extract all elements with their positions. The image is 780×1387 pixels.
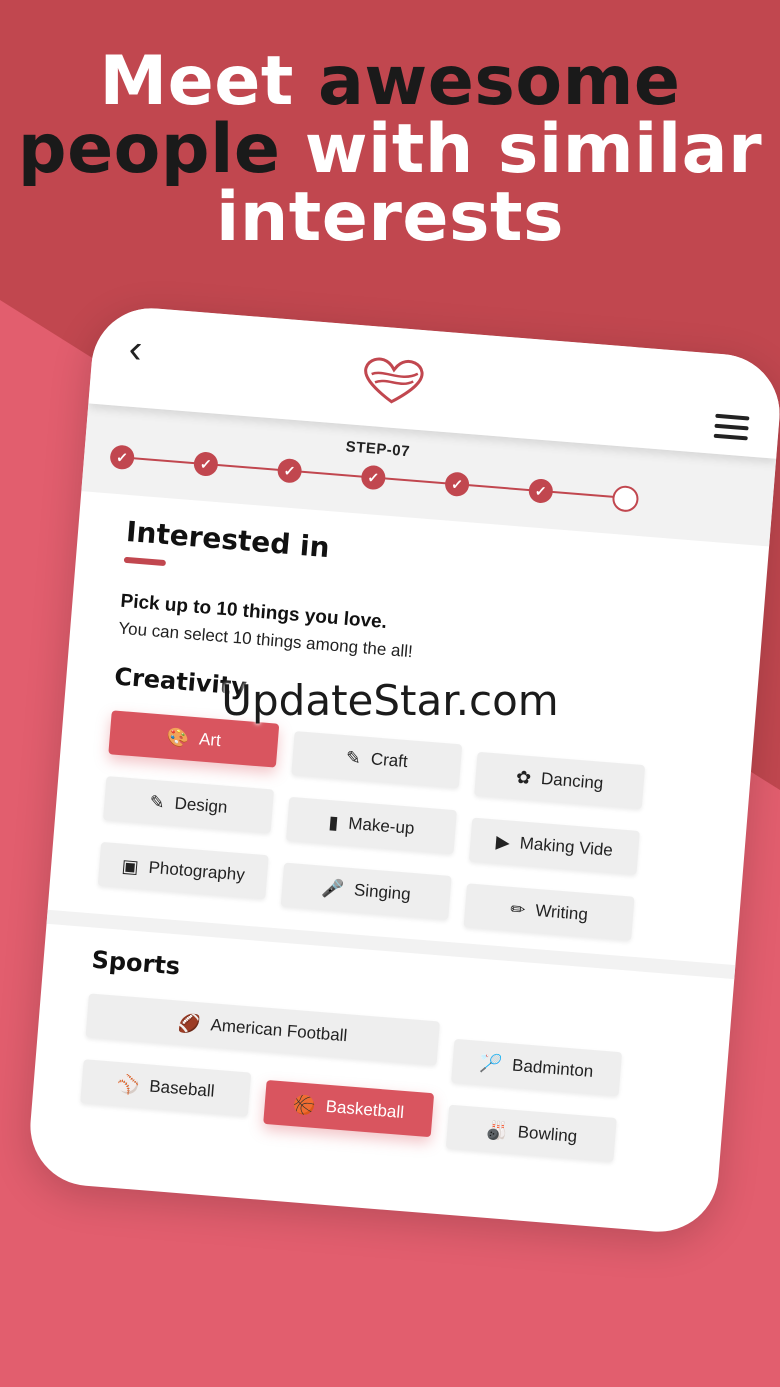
page-title: Interested in xyxy=(124,514,331,565)
palette-icon: 🎨 xyxy=(166,726,191,749)
step-3-done-icon: ✓ xyxy=(276,457,303,484)
chip-craft[interactable]: ✎ Craft xyxy=(291,731,463,789)
baseball-icon: ⚾ xyxy=(116,1073,141,1096)
chip-writing[interactable]: ✏ Writing xyxy=(463,883,635,941)
writing-icon: ✏ xyxy=(509,898,527,920)
chip-badminton[interactable]: 🏸 Badminton xyxy=(451,1038,623,1097)
promo-headline: Meet awesome people with similar interes… xyxy=(0,48,780,252)
step-4-done-icon: ✓ xyxy=(360,464,387,491)
bowling-icon: 🎳 xyxy=(484,1119,509,1141)
chip-design[interactable]: ✎ Design xyxy=(103,776,275,834)
chip-making-video[interactable]: ▶ Making Vide xyxy=(468,817,640,875)
step-7-current-icon xyxy=(611,484,640,513)
chip-makeup[interactable]: ▮ Make-up xyxy=(285,796,457,855)
chip-baseball[interactable]: ⚾ Baseball xyxy=(80,1059,252,1117)
chip-bowling[interactable]: 🎳 Bowling xyxy=(445,1104,617,1162)
play-icon: ▶ xyxy=(495,831,511,853)
section-title-sports: Sports xyxy=(90,945,182,981)
step-1-done-icon: ✓ xyxy=(109,444,136,471)
camera-icon: ▣ xyxy=(120,855,140,877)
step-2-done-icon: ✓ xyxy=(192,451,219,477)
badminton-icon: 🏸 xyxy=(479,1052,504,1075)
lipstick-icon: ▮ xyxy=(327,811,340,833)
heart-logo-icon xyxy=(364,357,424,404)
title-underline xyxy=(123,556,167,567)
microphone-icon: 🎤 xyxy=(320,877,345,899)
pen-icon: ✎ xyxy=(148,791,166,813)
basketball-icon: 🏀 xyxy=(292,1093,317,1116)
phone-screen: ‹ STEP-07 ✓ ✓ ✓ ✓ ✓ ✓ Interested in Pick… xyxy=(25,303,780,1237)
dancer-icon: ✿ xyxy=(515,766,532,788)
chip-american-football[interactable]: 🏈 American Football xyxy=(85,993,440,1066)
step-6-done-icon: ✓ xyxy=(527,478,554,504)
pencil-icon: ✎ xyxy=(345,746,362,768)
step-label: STEP-07 xyxy=(345,438,411,461)
chip-singing[interactable]: 🎤 Singing xyxy=(280,862,452,920)
headline-word-interests: interests xyxy=(216,178,564,257)
chip-dancing[interactable]: ✿ Dancing xyxy=(474,751,646,810)
chip-basketball[interactable]: 🏀 Basketball xyxy=(263,1079,435,1138)
watermark: UpdateStar.com xyxy=(221,676,559,725)
step-5-done-icon: ✓ xyxy=(444,471,471,498)
chip-photography[interactable]: ▣ Photography xyxy=(97,841,269,900)
hamburger-menu-icon[interactable] xyxy=(713,413,750,447)
football-icon: 🏈 xyxy=(177,1012,202,1034)
chevron-left-icon[interactable]: ‹ xyxy=(127,327,144,372)
